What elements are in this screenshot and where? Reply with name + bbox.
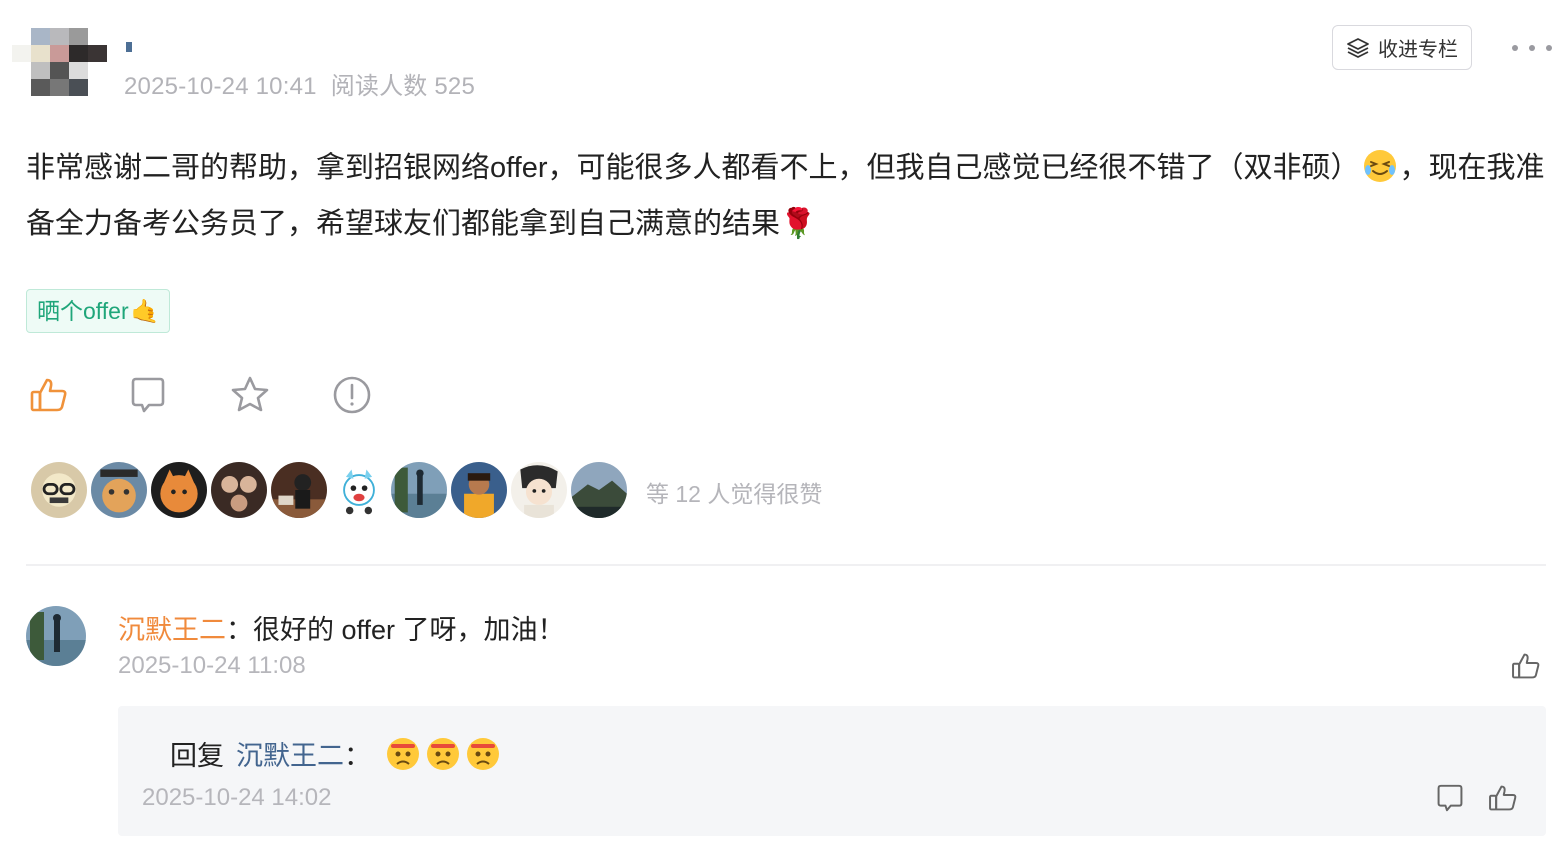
comment-line: 沉默王二：很好的 offer 了呀，加油！ xyxy=(118,608,565,647)
likers-summary[interactable]: 等 12 人觉得很赞 xyxy=(646,475,822,509)
comment-time: 2025-10-24 11:08 xyxy=(118,652,306,679)
author-name[interactable] xyxy=(126,42,132,52)
report-icon xyxy=(333,376,371,414)
read-count: 阅读人数 525 xyxy=(330,73,476,100)
reply-separator: ： xyxy=(344,741,371,771)
comment-icon xyxy=(1437,784,1463,812)
favorite-button[interactable] xyxy=(229,374,271,416)
reply-comment-button[interactable] xyxy=(1434,782,1466,814)
post-text: 非常感谢二哥的帮助，拿到招银网络offer，可能很多人都看不上，但我自己感觉已经… xyxy=(26,152,1360,184)
divider xyxy=(26,564,1546,566)
thumbs-up-icon xyxy=(1489,785,1517,811)
stack-icon xyxy=(1347,37,1369,58)
comment-text: 很好的 offer 了呀，加油！ xyxy=(253,615,565,645)
laughing-tears-emoji-icon xyxy=(1363,150,1396,182)
comment-icon xyxy=(131,377,165,413)
liker-avatar[interactable] xyxy=(509,460,569,520)
thumbs-up-icon xyxy=(1512,653,1540,679)
liker-avatar[interactable] xyxy=(209,460,269,520)
reply-line: 回复 沉默王二： xyxy=(170,734,501,773)
collect-to-column-button[interactable]: 收进专栏 xyxy=(1332,25,1472,70)
liker-avatar[interactable] xyxy=(29,460,89,520)
liker-avatar[interactable] xyxy=(449,460,509,520)
author-avatar[interactable] xyxy=(12,28,108,96)
frowning-face-emoji-icon xyxy=(427,737,459,770)
star-icon xyxy=(231,376,269,412)
liker-avatar[interactable] xyxy=(149,460,209,520)
rose-emoji-icon: 🌹 xyxy=(780,208,817,240)
thumbs-up-icon xyxy=(30,378,67,412)
liker-avatar[interactable] xyxy=(389,460,449,520)
reply-prefix: 回复 xyxy=(170,741,224,771)
comment-username[interactable]: 沉默王二 xyxy=(118,615,226,645)
post-time: 2025-10-24 10:41 xyxy=(124,73,317,100)
more-dot-icon xyxy=(1546,45,1552,51)
comment-separator: ： xyxy=(226,615,253,645)
reply-target-username[interactable]: 沉默王二 xyxy=(236,734,344,773)
frowning-face-emoji-icon xyxy=(387,737,419,770)
liker-avatar[interactable] xyxy=(569,460,629,520)
report-button[interactable] xyxy=(331,374,373,416)
reply-like-button[interactable] xyxy=(1487,782,1519,814)
commenter-avatar[interactable] xyxy=(26,606,86,666)
comment-like-button[interactable] xyxy=(1510,650,1542,682)
more-dot-icon xyxy=(1529,45,1535,51)
post-content: 非常感谢二哥的帮助，拿到招银网络offer，可能很多人都看不上，但我自己感觉已经… xyxy=(26,140,1556,252)
call-me-hand-icon: 🤙 xyxy=(130,297,160,324)
more-menu-button[interactable] xyxy=(1512,36,1552,60)
more-dot-icon xyxy=(1512,45,1518,51)
frowning-face-emoji-icon xyxy=(467,737,499,770)
like-button[interactable] xyxy=(28,374,70,416)
post-meta: 2025-10-24 10:41 阅读人数 525 xyxy=(124,66,475,101)
comment-button[interactable] xyxy=(127,374,169,416)
topic-tag[interactable]: 晒个offer 🤙 xyxy=(26,289,171,333)
reply-time: 2025-10-24 14:02 xyxy=(142,784,332,811)
liker-avatar[interactable] xyxy=(269,460,329,520)
topic-tag-label: 晒个offer xyxy=(37,297,129,324)
liker-avatar[interactable] xyxy=(89,460,149,520)
collect-label: 收进专栏 xyxy=(1378,39,1458,61)
liker-avatar[interactable] xyxy=(329,460,389,520)
